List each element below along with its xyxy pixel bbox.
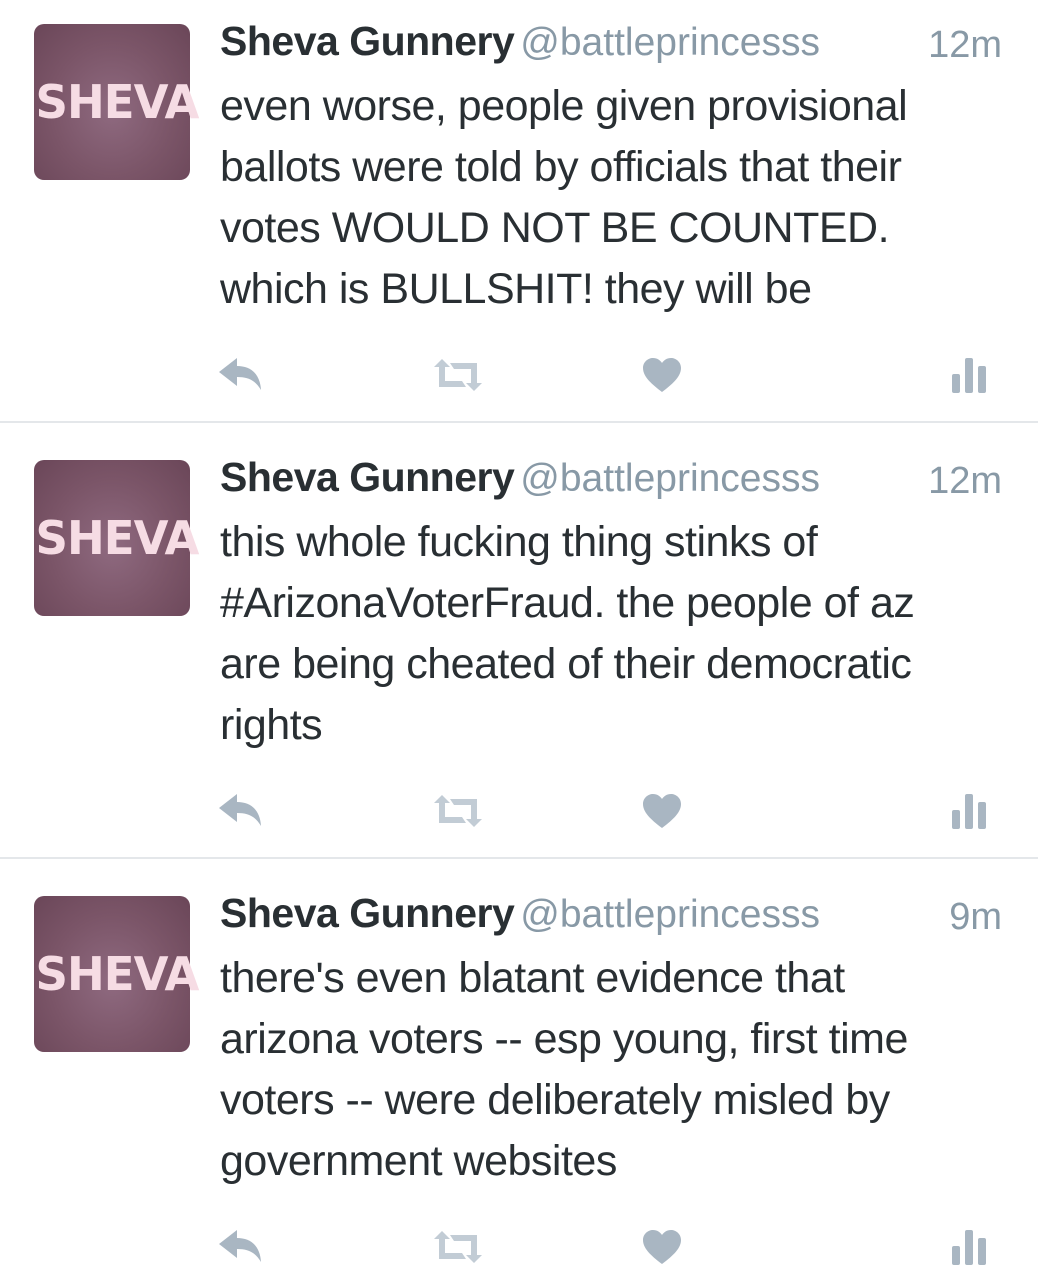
tweet-text-line: this whole fucking thing stinks of [220, 518, 818, 566]
tweet[interactable]: SHEVA Sheva Gunnery @battleprincesss 12m … [0, 0, 1038, 436]
tweet-text-line: arizona voters -- esp young, first time [220, 1015, 908, 1063]
reply-button[interactable] [210, 1217, 270, 1277]
display-name[interactable]: Sheva Gunnery [220, 454, 515, 500]
heart-icon [643, 358, 681, 392]
tweet-header: Sheva Gunnery @battleprincesss 9m [220, 890, 1010, 944]
retweet-button[interactable] [428, 781, 488, 841]
timestamp[interactable]: 12m [928, 24, 1002, 67]
like-button[interactable] [632, 1217, 692, 1277]
tweet-text-line: ballots were told by officials that thei… [220, 143, 902, 191]
tweet-header: Sheva Gunnery @battleprincesss 12m [220, 18, 1010, 72]
analytics-icon [952, 358, 986, 393]
timestamp[interactable]: 9m [949, 896, 1002, 939]
avatar-logo-text: SHEVA [35, 947, 200, 1001]
avatar[interactable]: SHEVA [34, 460, 200, 616]
tweet-text: there's even blatant evidence that arizo… [220, 948, 1010, 1192]
avatar-logo-text: SHEVA [35, 511, 200, 565]
retweet-icon [434, 795, 482, 827]
tweet-text-line: rights [220, 701, 323, 749]
timestamp[interactable]: 12m [928, 460, 1002, 503]
retweet-button[interactable] [428, 345, 488, 405]
avatar[interactable]: SHEVA [34, 896, 200, 1052]
heart-icon [643, 794, 681, 828]
tweet-text-line: there's even blatant evidence that [220, 954, 845, 1002]
reply-icon [219, 794, 261, 826]
reply-button[interactable] [210, 345, 270, 405]
like-button[interactable] [632, 345, 692, 405]
user-handle[interactable]: @battleprincesss [520, 457, 820, 500]
reply-button[interactable] [210, 781, 270, 841]
tweet[interactable]: SHEVA Sheva Gunnery @battleprincesss 9m t… [0, 872, 1038, 1280]
tweet-text-line: even worse, people given provisional [220, 82, 908, 130]
retweet-icon [434, 1231, 482, 1263]
analytics-button[interactable] [940, 345, 1000, 405]
reply-icon [219, 358, 261, 390]
like-button[interactable] [632, 781, 692, 841]
tweet-text-line: government websites [220, 1137, 617, 1185]
heart-icon [643, 1230, 681, 1264]
tweet[interactable]: SHEVA Sheva Gunnery @battleprincesss 12m … [0, 436, 1038, 872]
timeline: SHEVA Sheva Gunnery @battleprincesss 12m … [0, 0, 1038, 1280]
tweet-text: even worse, people given provisional bal… [220, 76, 1010, 320]
tweet-text-line: are being cheated of their democratic [220, 640, 912, 688]
analytics-icon [952, 1230, 986, 1265]
tweet-text-line: votes WOULD NOT BE COUNTED. [220, 204, 890, 252]
tweet-text: this whole fucking thing stinks of #Ariz… [220, 512, 1010, 756]
retweet-icon [434, 359, 482, 391]
display-name[interactable]: Sheva Gunnery [220, 18, 515, 64]
tweet-actions [0, 345, 1038, 405]
reply-icon [219, 1230, 261, 1262]
analytics-button[interactable] [940, 1217, 1000, 1277]
tweet-header: Sheva Gunnery @battleprincesss 12m [220, 454, 1010, 508]
avatar[interactable]: SHEVA [34, 24, 200, 180]
tweet-divider [0, 857, 1038, 859]
display-name[interactable]: Sheva Gunnery [220, 890, 515, 936]
retweet-button[interactable] [428, 1217, 488, 1277]
user-handle[interactable]: @battleprincesss [520, 893, 820, 936]
analytics-icon [952, 794, 986, 829]
tweet-divider [0, 421, 1038, 423]
avatar-logo-text: SHEVA [35, 75, 200, 129]
tweet-text-line: voters -- were deliberately misled by [220, 1076, 890, 1124]
user-handle[interactable]: @battleprincesss [520, 21, 820, 64]
analytics-button[interactable] [940, 781, 1000, 841]
tweet-text-line: which is BULLSHIT! they will be [220, 265, 812, 313]
tweet-actions [0, 1217, 1038, 1277]
tweet-text-line: #ArizonaVoterFraud. the people of az [220, 579, 915, 627]
tweet-actions [0, 781, 1038, 841]
